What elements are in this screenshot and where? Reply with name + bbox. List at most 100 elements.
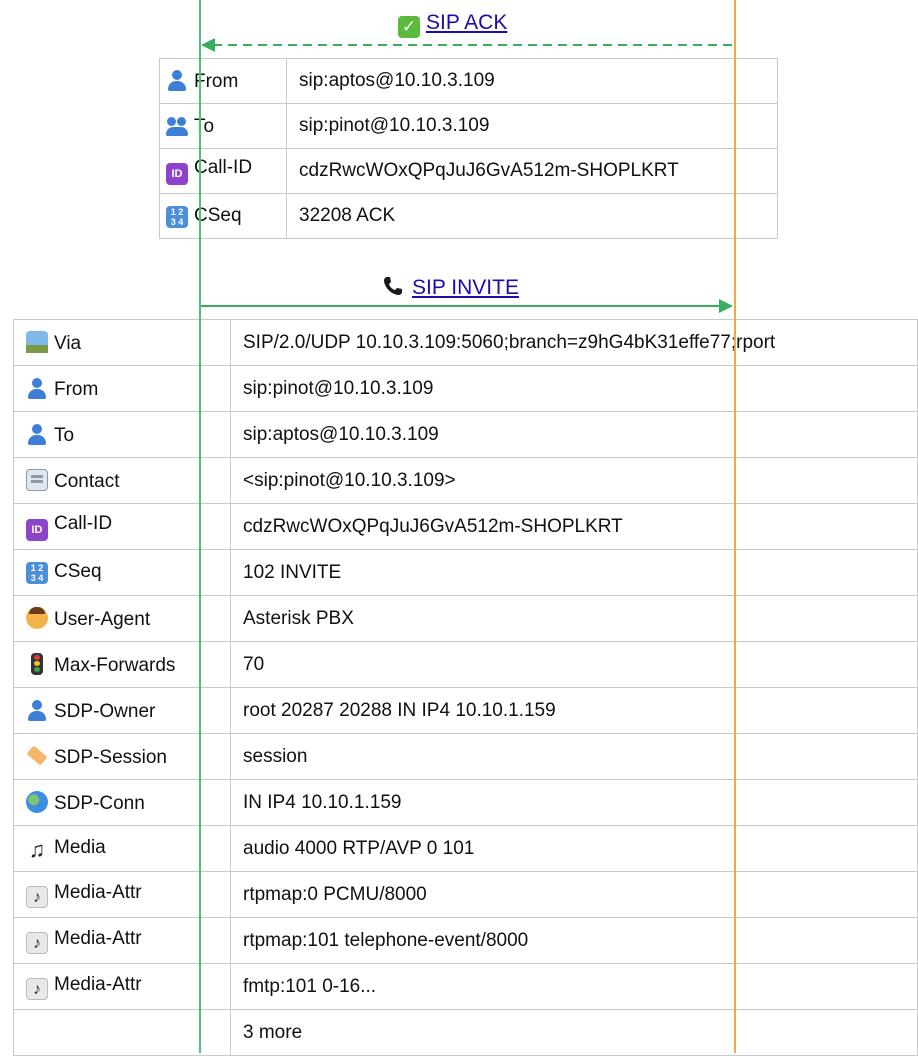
- header-name: Media-Attr: [54, 927, 142, 949]
- sip-ack-headers: From sip:aptos@10.10.3.109 To sip:pinot@10.…: [159, 58, 778, 239]
- header-value-cell: fmtp:101 0-16...: [230, 963, 918, 1010]
- header-value-cell: SIP/2.0/UDP 10.10.3.109:5060;branch=z9hG…: [230, 319, 918, 366]
- header-value: SIP/2.0/UDP 10.10.3.109:5060;branch=z9hG…: [243, 331, 776, 353]
- header-name-cell: ID Call-ID: [159, 148, 287, 194]
- header-name-cell: SDP-Owner: [13, 687, 231, 734]
- numbers-icon: 1 23 4: [26, 562, 48, 584]
- header-value: session: [243, 745, 308, 767]
- sip-invite-label[interactable]: SIP INVITE: [382, 275, 519, 300]
- header-name: Via: [54, 332, 82, 354]
- header-value: IN IP4 10.10.1.159: [243, 791, 402, 813]
- person-icon: [26, 423, 48, 445]
- header-row: ID Call-ID cdzRwcWOxQPqJuJ6GvA512m-SHOPLKR…: [13, 503, 918, 550]
- header-row: From sip:pinot@10.10.3.109: [13, 365, 918, 412]
- globe-icon: [26, 790, 48, 813]
- header-row: ♫ Media audio 4000 RTP/AVP 0 101: [13, 825, 918, 872]
- header-row: To sip:aptos@10.10.3.109: [13, 411, 918, 458]
- sip-ack-arrowhead: [201, 38, 215, 52]
- telephone-icon: [382, 275, 406, 300]
- person-face-icon: [26, 606, 48, 629]
- header-value: 70: [243, 653, 265, 675]
- header-value-cell: cdzRwcWOxQPqJuJ6GvA512m-SHOPLKRT: [286, 148, 778, 194]
- header-name-cell: From: [159, 58, 287, 104]
- music-note-icon: ♫: [28, 836, 46, 862]
- header-value: sip:pinot@10.10.3.109: [299, 115, 490, 136]
- header-name-cell: From: [13, 365, 231, 412]
- header-name-cell: SDP-Session: [13, 733, 231, 780]
- header-value-cell: rtpmap:0 PCMU/8000: [230, 871, 918, 918]
- header-name-cell: ♫ Media: [13, 825, 231, 872]
- header-row: From sip:aptos@10.10.3.109: [159, 58, 778, 104]
- header-row: To sip:pinot@10.10.3.109: [159, 103, 778, 149]
- header-name-cell: 1 23 4 CSeq: [159, 193, 287, 239]
- header-name-cell: Via: [13, 319, 231, 366]
- header-value-cell: rtpmap:101 telephone-event/8000: [230, 917, 918, 964]
- header-name-cell: 1 23 4 CSeq: [13, 549, 231, 596]
- header-row: SDP-Session session: [13, 733, 918, 780]
- header-name-cell: Max-Forwards: [13, 641, 231, 688]
- header-name-cell: [13, 1009, 231, 1056]
- contact-card-icon: [26, 468, 48, 491]
- header-name-cell: ♪ Media-Attr: [13, 871, 231, 918]
- header-name: Call-ID: [54, 512, 113, 534]
- musical-score-icon: ♪: [26, 885, 48, 908]
- header-value-cell: <sip:pinot@10.10.3.109>: [230, 457, 918, 504]
- header-value-cell: 70: [230, 641, 918, 688]
- header-row: ID Call-ID cdzRwcWOxQPqJuJ6GvA512m-SHOPLKR…: [159, 148, 778, 194]
- header-name-cell: ID Call-ID: [13, 503, 231, 550]
- right-lifeline: [734, 0, 736, 1053]
- header-name: Media-Attr: [54, 973, 142, 995]
- header-name-cell: To: [13, 411, 231, 458]
- header-name: User-Agent: [54, 608, 151, 630]
- header-name-cell: To: [159, 103, 287, 149]
- sip-invite-headers: Via SIP/2.0/UDP 10.10.3.109:5060;branch=z…: [13, 319, 918, 1056]
- check-mark-icon: ✓: [398, 16, 420, 38]
- header-value: sip:aptos@10.10.3.109: [299, 70, 495, 91]
- sip-ack-arrow: [201, 38, 735, 52]
- more-link[interactable]: 3 more: [243, 1022, 302, 1043]
- header-value-cell: root 20287 20288 IN IP4 10.10.1.159: [230, 687, 918, 734]
- header-name: SDP-Session: [54, 746, 167, 768]
- header-value-cell: 32208 ACK: [286, 193, 778, 239]
- musical-score-icon: ♪: [26, 931, 48, 954]
- header-name-cell: Contact: [13, 457, 231, 504]
- header-row: 1 23 4 CSeq 32208 ACK: [159, 193, 778, 239]
- header-value-cell: Asterisk PBX: [230, 595, 918, 642]
- header-row: ♪ Media-Attr rtpmap:101 telephone-event/80…: [13, 917, 918, 964]
- id-icon: ID: [26, 518, 48, 541]
- persons-icon: [166, 114, 188, 136]
- header-name: Call-ID: [194, 157, 253, 178]
- person-icon: [26, 377, 48, 399]
- header-name: Contact: [54, 470, 120, 492]
- header-value: fmtp:101 0-16...: [243, 975, 377, 997]
- sip-invite-arrowhead: [719, 299, 733, 313]
- sip-ack-label[interactable]: ✓ SIP ACK: [398, 11, 507, 38]
- sip-invite-arrow: [201, 299, 733, 313]
- header-row: 1 23 4 CSeq 102 INVITE: [13, 549, 918, 596]
- header-value-cell: sip:pinot@10.10.3.109: [286, 103, 778, 149]
- header-value-cell: IN IP4 10.10.1.159: [230, 779, 918, 826]
- header-name-cell: SDP-Conn: [13, 779, 231, 826]
- person-icon: [26, 699, 48, 721]
- header-row: User-Agent Asterisk PBX: [13, 595, 918, 642]
- header-value: <sip:pinot@10.10.3.109>: [243, 469, 456, 491]
- header-value-cell: audio 4000 RTP/AVP 0 101: [230, 825, 918, 872]
- header-row: Contact <sip:pinot@10.10.3.109>: [13, 457, 918, 504]
- header-name: Media: [54, 836, 106, 858]
- header-value-cell: sip:pinot@10.10.3.109: [230, 365, 918, 412]
- header-name: To: [194, 116, 215, 137]
- header-value: rtpmap:101 telephone-event/8000: [243, 929, 529, 951]
- header-row: 3 more: [13, 1009, 918, 1056]
- header-value-cell: 3 more: [230, 1009, 918, 1056]
- header-row: SDP-Conn IN IP4 10.10.1.159: [13, 779, 918, 826]
- header-value-cell: cdzRwcWOxQPqJuJ6GvA512m-SHOPLKRT: [230, 503, 918, 550]
- header-name-cell: User-Agent: [13, 595, 231, 642]
- header-value: sip:aptos@10.10.3.109: [243, 423, 439, 445]
- numbers-icon: 1 23 4: [166, 205, 188, 228]
- header-value: 102 INVITE: [243, 561, 342, 583]
- header-value: sip:pinot@10.10.3.109: [243, 377, 434, 399]
- header-name: SDP-Owner: [54, 700, 156, 722]
- header-row: ♪ Media-Attr rtpmap:0 PCMU/8000: [13, 871, 918, 918]
- header-row: Max-Forwards 70: [13, 641, 918, 688]
- header-value: audio 4000 RTP/AVP 0 101: [243, 837, 475, 859]
